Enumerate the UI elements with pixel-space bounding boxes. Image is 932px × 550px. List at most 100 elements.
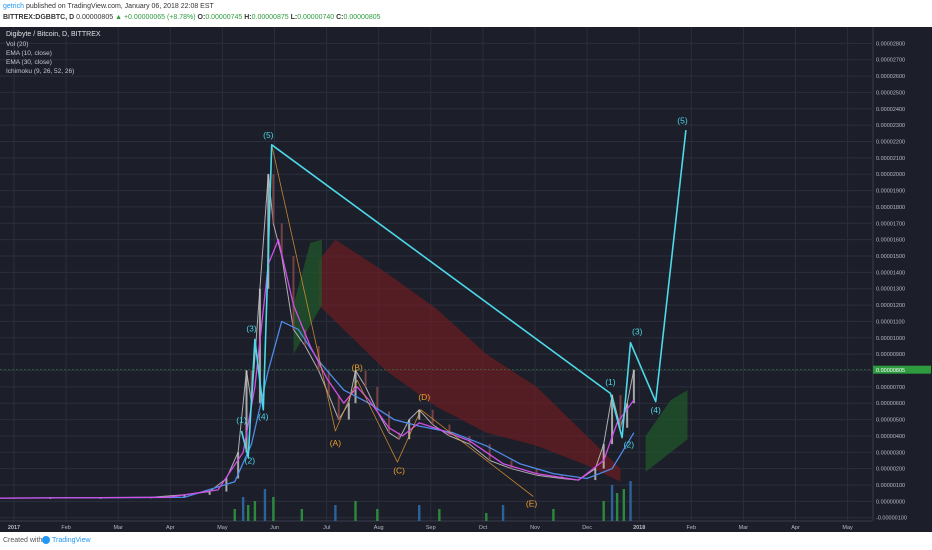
wave-label: (B): [352, 363, 364, 373]
chart-header: getrich published on TradingView.com, Ja…: [0, 0, 932, 27]
wave-label: (E): [526, 498, 538, 508]
symbol-title: Digibyte / Bitcoin, D, BITTREX: [6, 31, 101, 38]
volume-bar: [272, 497, 275, 521]
indicator-ichimoku[interactable]: Ichimoku (9, 26, 52, 26): [6, 68, 74, 75]
tradingview-logo-icon: [42, 536, 50, 544]
x-tick-label: Feb: [61, 525, 70, 531]
x-tick-label: Jun: [270, 525, 279, 531]
x-tick-label: Dec: [582, 525, 592, 531]
wave-label: (2): [245, 456, 256, 466]
volume-bar: [552, 509, 555, 521]
y-tick-label: 0.00001600: [876, 238, 905, 244]
wave-label: (1): [605, 377, 616, 387]
volume-bar: [615, 493, 619, 521]
volume-bar: [300, 509, 304, 521]
wave-label: (3): [632, 327, 643, 337]
low-value: 0.00000740: [297, 14, 335, 21]
x-tick-label: May: [217, 525, 228, 531]
symbol-label: BITTREX:DGBBTC, D: [3, 14, 75, 21]
candle: [292, 256, 295, 330]
indicator-ema-fast[interactable]: EMA (10, close): [6, 50, 52, 57]
y-tick-label: 0.00002600: [876, 74, 905, 80]
candle: [602, 444, 605, 469]
up-arrow-icon: ▲: [115, 14, 122, 21]
y-tick-label: 0.00002400: [876, 107, 905, 113]
wave-label: (5): [677, 116, 688, 126]
x-tick-label: Feb: [687, 525, 696, 531]
x-tick-label: May: [842, 525, 853, 531]
x-tick-label: Aug: [374, 525, 384, 531]
candle: [208, 491, 211, 495]
y-tick-label: 0.00001700: [876, 221, 905, 227]
x-tick-label: 2017: [8, 525, 20, 531]
high-value: 0.00000875: [251, 14, 289, 21]
wave-label: (D): [418, 392, 430, 402]
chart-background: [0, 27, 932, 532]
volume-bar: [501, 505, 505, 521]
chart-area[interactable]: -0.00000100 0.00000000 0.00000100 0.0000020…: [0, 27, 932, 532]
y-tick-label: 0.00000700: [876, 385, 905, 391]
volume-bar: [253, 501, 257, 521]
y-tick-label: 0.00000900: [876, 352, 905, 358]
y-tick-label: 0.00002300: [876, 123, 905, 129]
x-tick-label: Nov: [530, 525, 540, 531]
volume-bar: [629, 481, 632, 521]
created-with-label: Created with: [3, 537, 43, 544]
y-tick-label: 0.00001900: [876, 189, 905, 195]
author-link[interactable]: getrich: [3, 3, 24, 10]
candle: [388, 411, 391, 433]
x-tick-label: Mar: [113, 525, 123, 531]
volume-bar: [241, 497, 245, 521]
x-tick-label: Sep: [426, 525, 436, 531]
price-chart[interactable]: -0.00000100 0.00000000 0.00000100 0.0000020…: [0, 27, 932, 532]
wave-label: (2): [624, 439, 635, 449]
y-tick-label: 0.00000000: [876, 499, 905, 505]
wave-label: (4): [258, 412, 269, 422]
y-tick-label: 0.00001500: [876, 254, 905, 260]
volume-bar: [438, 509, 441, 521]
volume-bar: [418, 505, 421, 521]
x-tick-label: Apr: [791, 525, 800, 531]
x-tick-label: Jul: [323, 525, 330, 531]
tradingview-link[interactable]: TradingView: [52, 537, 91, 544]
indicator-vol[interactable]: Vol (20): [6, 41, 28, 48]
y-tick-label: 0.00001100: [876, 319, 905, 325]
x-tick-label: 2018: [633, 525, 645, 531]
high-label: H:: [244, 14, 252, 21]
y-tick-label: 0.00001200: [876, 303, 905, 309]
candle: [431, 409, 434, 425]
y-tick-label: 0.00001800: [876, 205, 905, 211]
wave-label: (3): [246, 323, 257, 333]
wave-label: (1): [236, 415, 247, 425]
chart-footer: Created with TradingView: [0, 532, 932, 550]
x-tick-label: Mar: [739, 525, 749, 531]
ohlc-line: BITTREX:DGBBTC, D 0.00000805 ▲ +0.000000…: [3, 14, 381, 21]
candle: [337, 395, 340, 420]
candle: [272, 174, 275, 224]
published-text: published on TradingView.com, January 06…: [25, 3, 214, 10]
last-price-label: 0.00000805: [876, 368, 905, 374]
candle: [448, 424, 451, 436]
x-tick-label: Apr: [166, 525, 175, 531]
volume-bar: [233, 509, 236, 521]
volume-bar: [610, 485, 614, 521]
indicator-ema-slow[interactable]: EMA (30, close): [6, 59, 52, 66]
y-tick-label: 0.00000500: [876, 418, 905, 424]
y-tick-label: 0.00000100: [876, 483, 905, 489]
wave-label: (5): [263, 130, 274, 140]
candle: [632, 369, 635, 404]
volume-bar: [246, 505, 250, 521]
y-tick-label: 0.00002500: [876, 90, 905, 96]
x-tick-label: Oct: [479, 525, 488, 531]
price-change: +0.00000065 (+8.78%): [123, 14, 196, 21]
y-tick-label: 0.00001400: [876, 270, 905, 276]
y-tick-label: 0.00001300: [876, 287, 905, 293]
y-tick-label: 0.00000400: [876, 434, 905, 440]
volume-bar: [602, 501, 605, 521]
wave-label: (C): [393, 466, 405, 476]
wave-label: (4): [650, 405, 661, 415]
volume-bar: [485, 513, 488, 521]
y-tick-label: 0.00002800: [876, 41, 905, 47]
volume-bar: [622, 489, 626, 521]
candle: [347, 403, 350, 420]
